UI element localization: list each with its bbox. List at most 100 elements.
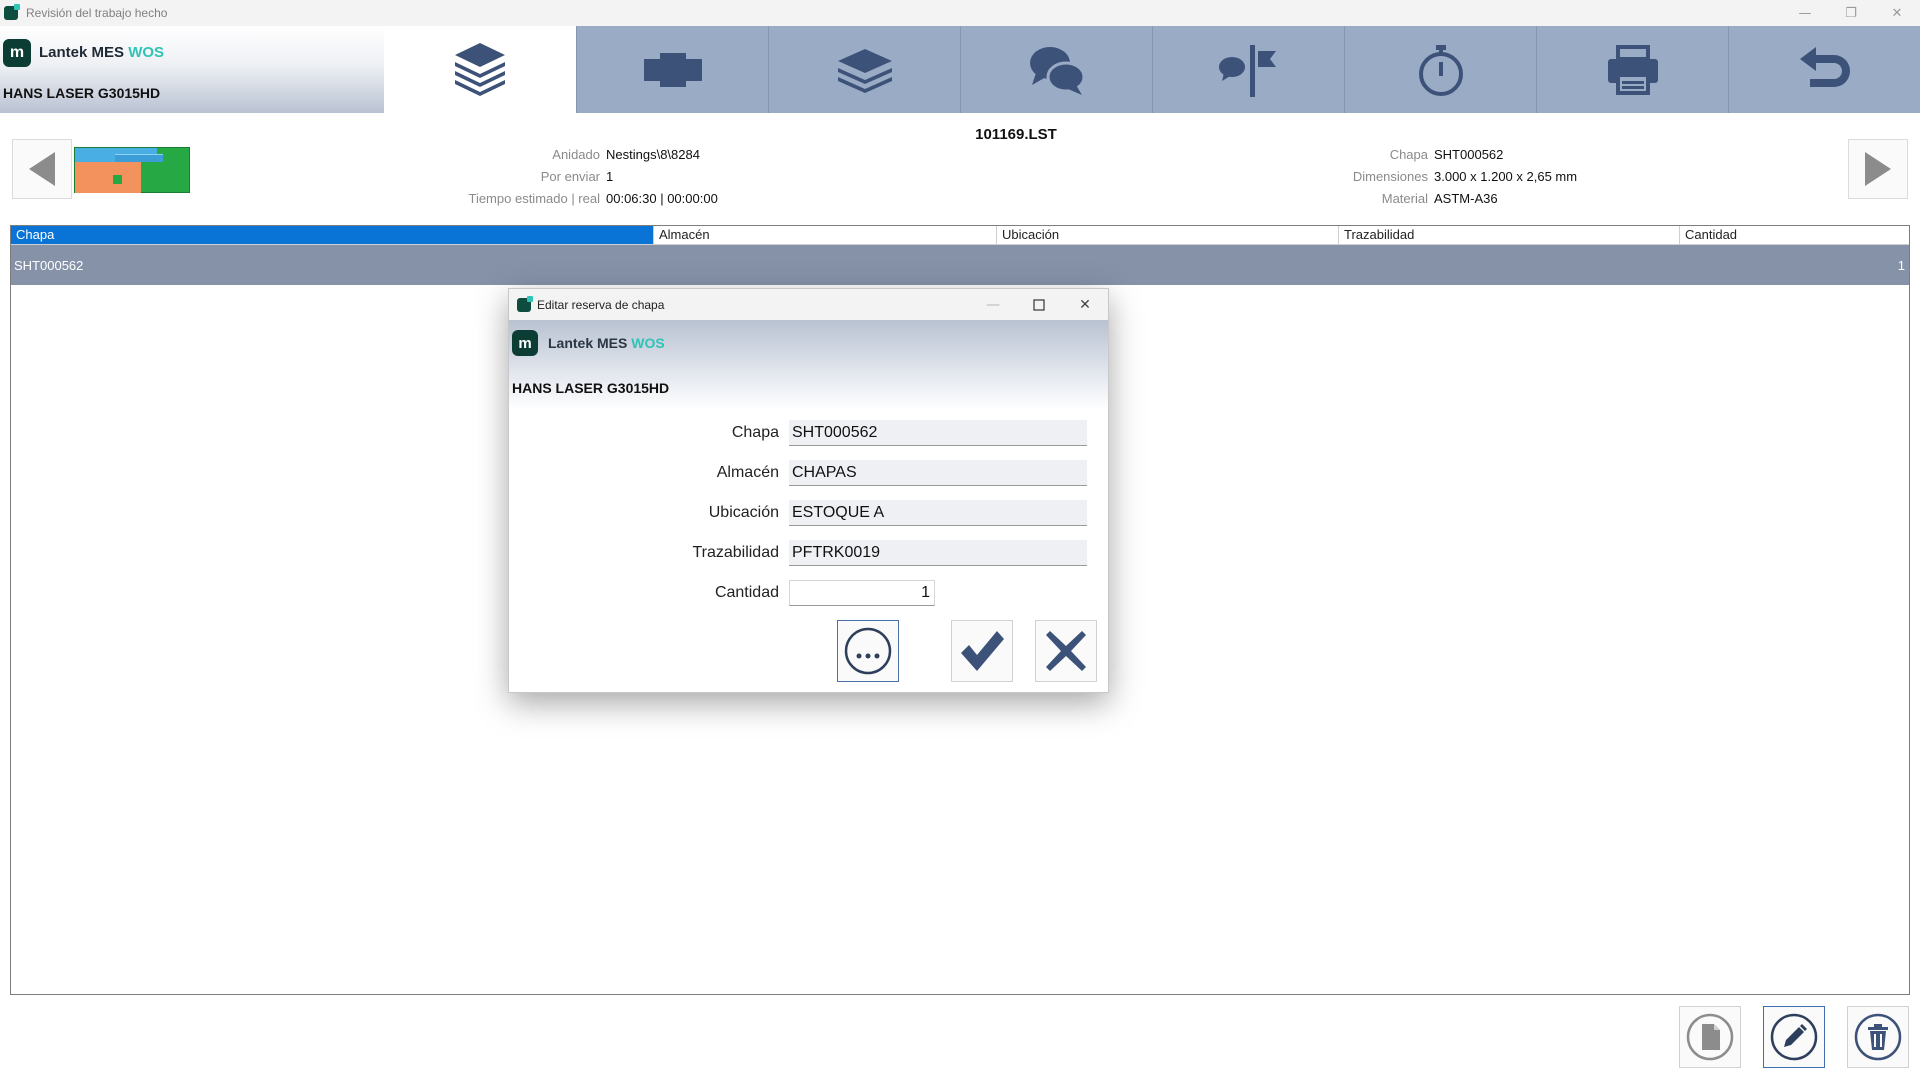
thumbnail-part-square [113, 175, 122, 184]
lantek-logo: m [3, 39, 31, 67]
almacen-field[interactable]: CHAPAS [789, 460, 1087, 486]
close-icon [1046, 631, 1086, 671]
info-label: Dimensiones [1352, 169, 1428, 184]
info-row-material: Material ASTM-A36 [1320, 188, 1577, 210]
accept-button[interactable] [951, 620, 1013, 682]
printer-icon [1607, 44, 1658, 95]
cell-cantidad: 1 [1897, 257, 1905, 273]
ubicacion-field[interactable]: ESTOQUE A [789, 500, 1087, 526]
info-label: Chapa [1389, 147, 1428, 162]
nesting-thumbnail [74, 147, 190, 193]
header: m Lantek MES WOS HANS LASER G3015HD [0, 26, 1920, 113]
stacked-sheets-icon [455, 42, 505, 96]
ubicacion-label: Ubicación [708, 504, 779, 521]
info-value: SHT000562 [1434, 147, 1504, 162]
dialog-app-icon [517, 295, 533, 312]
brand-panel: m Lantek MES WOS HANS LASER G3015HD [0, 26, 384, 113]
dialog-brand-name-main: Lantek MES [548, 335, 628, 351]
more-options-button[interactable] [837, 620, 899, 682]
trash-icon [1854, 1013, 1902, 1061]
arrow-left-icon [29, 152, 55, 186]
form-row-ubicacion: Ubicación ESTOQUE A [509, 500, 1110, 526]
window-title: Revisión del trabajo hecho [26, 6, 168, 20]
minimize-button[interactable]: — [1782, 0, 1828, 26]
column-header-almacen[interactable]: Almacén [654, 226, 997, 244]
return-arrow-icon [1799, 46, 1850, 87]
form-row-cantidad: Cantidad 1 [509, 580, 1110, 606]
job-info-left: Anidado Nestings\8\8284 Por enviar 1 Tie… [440, 144, 718, 210]
maximize-icon [1033, 298, 1045, 311]
more-circle-icon [844, 627, 892, 675]
info-value: ASTM-A36 [1434, 191, 1498, 206]
column-header-cantidad[interactable]: Cantidad [1680, 226, 1909, 244]
info-row-tiempo: Tiempo estimado | real 00:06:30 | 00:00:… [440, 188, 717, 210]
trazabilidad-label: Trazabilidad [692, 544, 779, 561]
column-header-trazabilidad[interactable]: Trazabilidad [1339, 226, 1680, 244]
restore-button[interactable]: ❐ [1828, 0, 1874, 26]
toolbar-layers-button[interactable] [768, 26, 960, 113]
toolbar-print-button[interactable] [1536, 26, 1728, 113]
pencil-icon [1770, 1013, 1818, 1061]
close-button[interactable]: ✕ [1874, 0, 1920, 26]
toolbar-part-button[interactable] [576, 26, 768, 113]
brand-name-main: Lantek MES [39, 44, 125, 61]
cantidad-label: Cantidad [714, 584, 779, 601]
table-row[interactable]: SHT000562 1 [11, 245, 1909, 285]
toolbar-timer-button[interactable] [1344, 26, 1536, 113]
dialog-window-controls: — ✕ [970, 289, 1108, 320]
delete-button[interactable] [1847, 1006, 1909, 1068]
stopwatch-icon [1418, 44, 1463, 96]
cancel-button[interactable] [1035, 620, 1097, 682]
dialog-brand-name-accent: WOS [631, 335, 665, 351]
window-controls: — ❐ ✕ [1782, 0, 1920, 26]
cell-chapa: SHT000562 [14, 257, 84, 273]
layers-icon [837, 48, 892, 93]
info-value: 3.000 x 1.200 x 2,65 mm [1434, 169, 1578, 184]
dialog-maximize-button[interactable] [1016, 289, 1062, 320]
chapa-field[interactable]: SHT000562 [789, 420, 1087, 446]
edit-sheet-reservation-dialog: Editar reserva de chapa — ✕ m Lantek MES… [508, 288, 1109, 693]
column-header-chapa[interactable]: Chapa [11, 226, 654, 244]
form-row-chapa: Chapa SHT000562 [509, 420, 1110, 446]
info-label: Tiempo estimado | real [468, 191, 600, 206]
app-icon [4, 4, 20, 20]
job-info-right: Chapa SHT000562 Dimensiones 3.000 x 1.20… [1320, 144, 1577, 210]
dialog-lantek-logo: m [512, 330, 538, 356]
cantidad-field[interactable]: 1 [789, 580, 935, 606]
info-row-por-enviar: Por enviar 1 [440, 166, 718, 188]
next-button[interactable] [1848, 139, 1908, 199]
info-label: Anidado [552, 147, 600, 162]
main-toolbar [384, 26, 1920, 113]
info-row-chapa: Chapa SHT000562 [1320, 144, 1577, 166]
new-document-button[interactable] [1679, 1006, 1741, 1068]
info-row-anidado: Anidado Nestings\8\8284 [440, 144, 718, 166]
info-value: Nestings\8\8284 [606, 147, 700, 162]
dialog-machine-name: HANS LASER G3015HD [512, 380, 670, 396]
trazabilidad-field[interactable]: PFTRK0019 [789, 540, 1087, 566]
thumbnail-part-orange [75, 162, 141, 193]
almacen-label: Almacén [716, 464, 779, 481]
edit-button[interactable] [1763, 1006, 1825, 1068]
document-icon [1686, 1013, 1734, 1061]
toolbar-signpost-button[interactable] [1152, 26, 1344, 113]
table-header: Chapa Almacén Ubicación Trazabilidad Can… [11, 226, 1909, 245]
chapa-label: Chapa [731, 424, 779, 441]
job-filename: 101169.LST [975, 126, 1057, 143]
toolbar-back-button[interactable] [1728, 26, 1920, 113]
brand-name: Lantek MES WOS [39, 44, 164, 61]
check-icon [961, 631, 1004, 671]
dialog-close-button[interactable]: ✕ [1062, 289, 1108, 320]
previous-button[interactable] [12, 139, 72, 199]
dialog-brand-name: Lantek MES WOS [548, 335, 665, 351]
dialog-minimize-button[interactable]: — [970, 289, 1016, 320]
part-cross-icon [643, 52, 702, 87]
dialog-brand-panel: m Lantek MES WOS HANS LASER G3015HD [509, 320, 1108, 410]
toolbar-messages-button[interactable] [960, 26, 1152, 113]
brand-name-accent: WOS [128, 44, 165, 61]
column-header-ubicacion[interactable]: Ubicación [997, 226, 1339, 244]
form-row-trazabilidad: Trazabilidad PFTRK0019 [509, 540, 1110, 566]
form-row-almacen: Almacén CHAPAS [509, 460, 1110, 486]
toolbar-sheets-button[interactable] [384, 26, 576, 113]
arrow-right-icon [1865, 152, 1891, 186]
machine-name: HANS LASER G3015HD [3, 85, 161, 101]
